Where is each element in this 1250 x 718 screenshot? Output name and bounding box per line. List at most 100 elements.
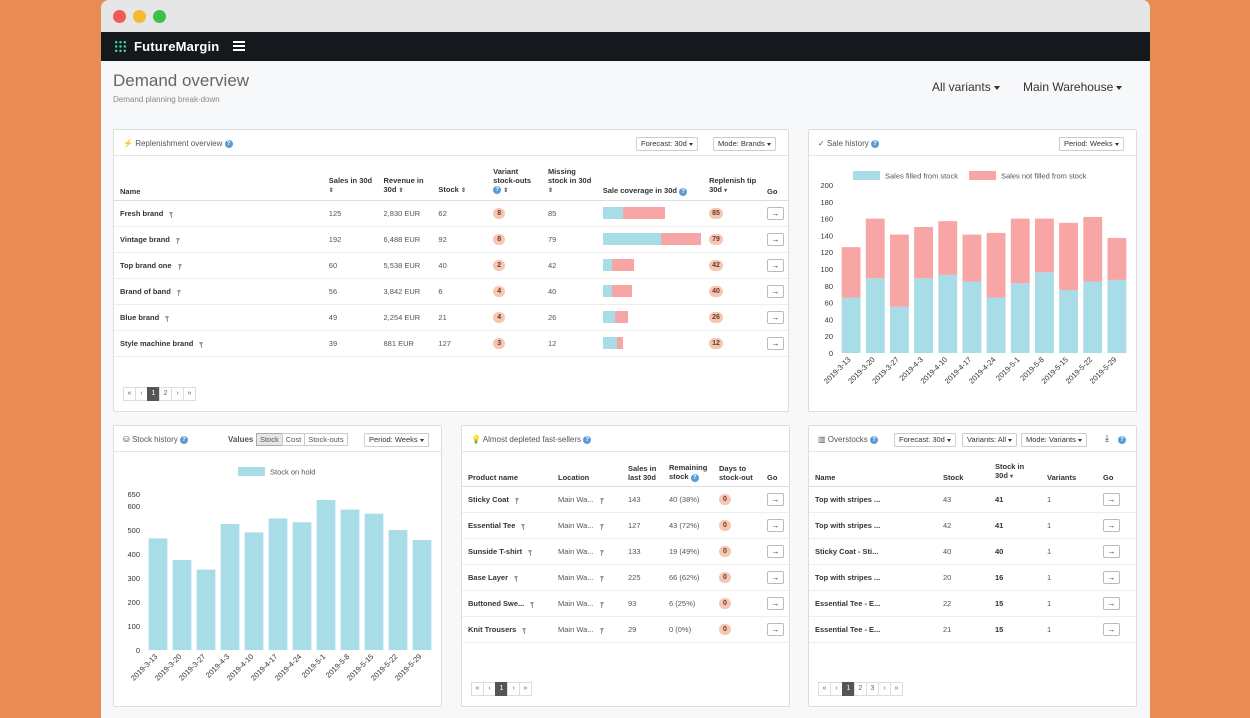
go-arrow-button[interactable]: → [1103,596,1120,610]
bar[interactable] [196,569,216,650]
col-sales[interactable]: Sales in 30d ⇕ [322,156,378,201]
pager-last[interactable]: » [519,682,532,696]
go-arrow-button[interactable]: → [767,284,784,298]
legend-label[interactable]: Stock on hold [270,468,315,477]
maximize-window-button[interactable] [153,10,166,23]
filter-icon[interactable] [177,263,182,270]
warehouse-dropdown[interactable]: Main Warehouse [1023,80,1123,94]
row-name[interactable]: Essential Tee - E... [809,616,937,643]
row-name[interactable]: Sticky Coat [462,486,552,513]
filter-icon[interactable] [522,627,527,634]
legend-label[interactable]: Sales not filled from stock [1001,172,1087,181]
bar[interactable] [1010,218,1030,284]
go-arrow-button[interactable]: → [1103,518,1120,532]
location-cell[interactable]: Main Wa... [552,590,622,617]
help-icon[interactable]: ? [224,139,233,148]
col-stock[interactable]: Stock ⇕ [432,156,488,201]
row-name[interactable]: Top with stripes ... [809,512,937,539]
row-name[interactable]: Top with stripes ... [809,564,937,591]
go-arrow-button[interactable]: → [1103,570,1120,584]
bar[interactable] [962,234,982,282]
col-missing[interactable]: Missing stock in 30d ⇕ [541,156,597,201]
col-stockouts[interactable]: Variant stock-outs ? ⇕ [487,156,542,201]
all-variants-dropdown[interactable]: All variants [932,80,1000,94]
bar[interactable] [1059,222,1079,290]
help-icon[interactable]: ? [690,473,699,482]
filter-icon[interactable] [176,289,181,296]
bar[interactable] [841,247,861,298]
bar[interactable] [938,221,958,275]
bar[interactable] [865,278,885,353]
row-name[interactable]: Top with stripes ... [809,486,937,513]
bar[interactable] [1034,272,1054,353]
bar[interactable] [986,232,1006,298]
row-name[interactable]: Vintage brand [114,226,323,253]
row-name[interactable]: Blue brand [114,304,323,331]
bar[interactable] [1107,237,1127,280]
filter-icon[interactable] [599,575,604,582]
filter-icon[interactable] [528,549,533,556]
filter-icon[interactable] [599,523,604,530]
row-name[interactable]: Brand of band [114,278,323,305]
go-arrow-button[interactable]: → [767,232,784,246]
filter-icon[interactable] [514,497,519,504]
row-name[interactable]: Base Layer [462,564,552,591]
location-cell[interactable]: Main Wa... [552,512,622,539]
stock-period-dropdown[interactable]: Period: Weeks [364,433,429,447]
values-stock-button[interactable]: Stock [256,433,283,446]
filter-icon[interactable] [169,211,174,218]
go-arrow-button[interactable]: → [1103,492,1120,506]
row-name[interactable]: Essential Tee [462,512,552,539]
download-icon[interactable]: ⤓ [1105,433,1109,444]
forecast-dropdown[interactable]: Forecast: 30d [636,137,698,151]
location-cell[interactable]: Main Wa... [552,538,622,565]
go-arrow-button[interactable]: → [767,310,784,324]
row-name[interactable]: Style machine brand [114,330,323,357]
bar[interactable] [292,522,312,650]
go-arrow-button[interactable]: → [1103,544,1120,558]
go-arrow-button[interactable]: → [767,570,784,584]
location-cell[interactable]: Main Wa... [552,564,622,591]
bar[interactable] [364,513,384,650]
bar[interactable] [1059,290,1079,353]
values-stockouts-button[interactable]: Stock-outs [304,433,348,446]
bar[interactable] [244,532,264,650]
bar[interactable] [412,540,432,650]
sale-period-dropdown[interactable]: Period: Weeks [1059,137,1124,151]
help-icon[interactable]: ? [179,435,188,444]
bar[interactable] [889,306,909,353]
row-name[interactable]: Sunside T-shirt [462,538,552,565]
go-arrow-button[interactable]: → [767,622,784,636]
filter-icon[interactable] [521,523,526,530]
hamburger-menu-icon[interactable] [233,41,245,51]
filter-icon[interactable] [599,601,604,608]
go-arrow-button[interactable]: → [767,596,784,610]
help-icon[interactable]: ? [870,139,879,148]
col-tip[interactable]: Replenish tip 30d ▾ [703,156,761,201]
filter-icon[interactable] [599,627,604,634]
row-name[interactable]: Top brand one [114,252,323,279]
bar[interactable] [938,274,958,353]
filter-icon[interactable] [165,315,170,322]
close-window-button[interactable] [113,10,126,23]
app-name[interactable]: FutureMargin [134,39,219,54]
go-arrow-button[interactable]: → [767,336,784,350]
bar[interactable] [962,281,982,353]
pager-last[interactable]: » [890,682,903,696]
go-arrow-button[interactable]: → [767,206,784,220]
go-arrow-button[interactable]: → [767,258,784,272]
bar[interactable] [1083,281,1103,353]
go-arrow-button[interactable]: → [767,544,784,558]
filter-icon[interactable] [199,341,204,348]
filter-icon[interactable] [599,497,604,504]
row-name[interactable]: Sticky Coat - Sti... [809,538,937,565]
overstock-variants-dropdown[interactable]: Variants: All [962,433,1018,447]
help-icon[interactable]: ? [679,187,688,196]
col-revenue[interactable]: Revenue in 30d ⇕ [377,156,433,201]
bar[interactable] [388,530,408,650]
bar[interactable] [986,297,1006,353]
go-arrow-button[interactable]: → [767,518,784,532]
overstock-mode-dropdown[interactable]: Mode: Variants [1021,433,1087,447]
bar[interactable] [1034,218,1054,273]
go-arrow-button[interactable]: → [1103,622,1120,636]
